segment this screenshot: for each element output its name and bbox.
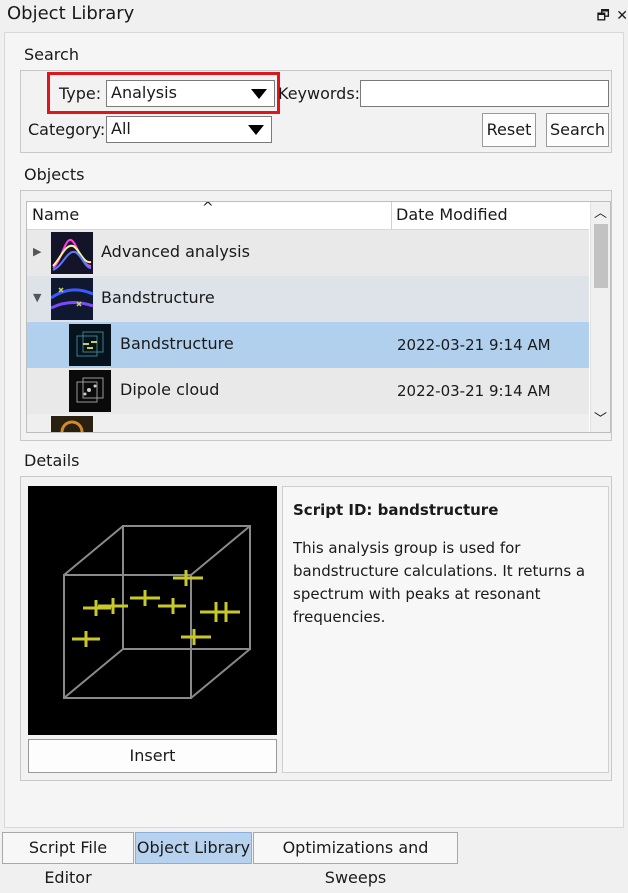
tree-scrollbar[interactable]: ︿ ﹀ [590,202,610,432]
window-controls: 🗗 ✕ [595,5,628,29]
partial-row-thumbnail [51,416,93,432]
tree-row-name: Bandstructure [120,334,234,353]
script-description: This analysis group is used for bandstru… [293,539,586,626]
window-title: Object Library [7,3,135,24]
tree-row-date: 2022-03-21 9:14 AM [397,382,551,400]
tree-row[interactable]: ▼ Bandstructure [27,276,589,322]
category-select-value: All [111,119,131,138]
search-button[interactable]: Search [546,113,609,147]
tab-script-file-editor[interactable]: Script File Editor [2,832,134,887]
scroll-up-icon[interactable]: ︿ [594,202,607,221]
chevron-down-icon [248,125,264,135]
scroll-thumb[interactable] [594,224,608,288]
restore-icon[interactable]: 🗗 [597,8,610,24]
objects-section-label: Objects [24,165,85,184]
tab-optimizations-and-sweeps[interactable]: Optimizations and Sweeps [253,832,458,887]
sort-ascending-icon: ^ [202,201,214,216]
tree-row-name: Bandstructure [101,288,215,307]
category-select[interactable]: All [106,116,272,143]
close-icon[interactable]: ✕ [616,8,628,24]
tree-row-name: Advanced analysis [101,242,250,261]
keywords-input[interactable] [360,80,609,107]
bandstructure-thumbnail [69,324,111,366]
tree-row-date: 2022-03-21 9:14 AM [397,336,551,354]
object-library-panel: Search Type: Analysis Keywords: Category… [4,32,624,828]
search-group: Type: Analysis Keywords: Category: All R… [20,70,612,153]
tree-row[interactable]: ▶ Advanced analysis [27,230,589,276]
column-header-date[interactable]: Date Modified [396,205,508,224]
tree-header: Name ^ Date Modified [27,202,589,230]
tree-row[interactable]: Dipole cloud 2022-03-21 9:14 AM [27,368,589,414]
collapse-arrow-icon[interactable]: ▼ [33,291,41,304]
script-preview-image [28,486,277,735]
keywords-label: Keywords: [278,84,361,103]
title-bar: Object Library 🗗 ✕ [0,0,628,30]
details-section-label: Details [24,451,80,470]
script-id: Script ID: bandstructure [293,501,499,519]
dipole-cloud-thumbnail [69,370,111,412]
advanced-analysis-thumbnail [51,232,93,274]
category-label: Category: [28,120,106,139]
column-divider[interactable] [391,202,392,230]
search-section-label: Search [24,45,79,64]
reset-button[interactable]: Reset [482,113,536,147]
object-tree: Name ^ Date Modified ▶ Advanced analysis… [26,201,611,433]
expand-arrow-icon[interactable]: ▶ [33,245,41,258]
scroll-down-icon[interactable]: ﹀ [594,408,607,427]
bottom-tab-bar: Script File Editor Object Library Optimi… [0,830,628,887]
bandstructure-group-thumbnail [50,278,94,320]
tree-row-name: Dipole cloud [120,380,220,399]
details-description-panel: Script ID: bandstructure This analysis g… [282,486,609,773]
insert-button[interactable]: Insert [28,739,277,773]
tree-row-selected[interactable]: Bandstructure 2022-03-21 9:14 AM [27,322,589,368]
tab-object-library[interactable]: Object Library [135,832,252,864]
tree-row-partial[interactable] [27,414,589,432]
column-header-name[interactable]: Name [32,205,79,224]
highlight-box [47,72,280,114]
